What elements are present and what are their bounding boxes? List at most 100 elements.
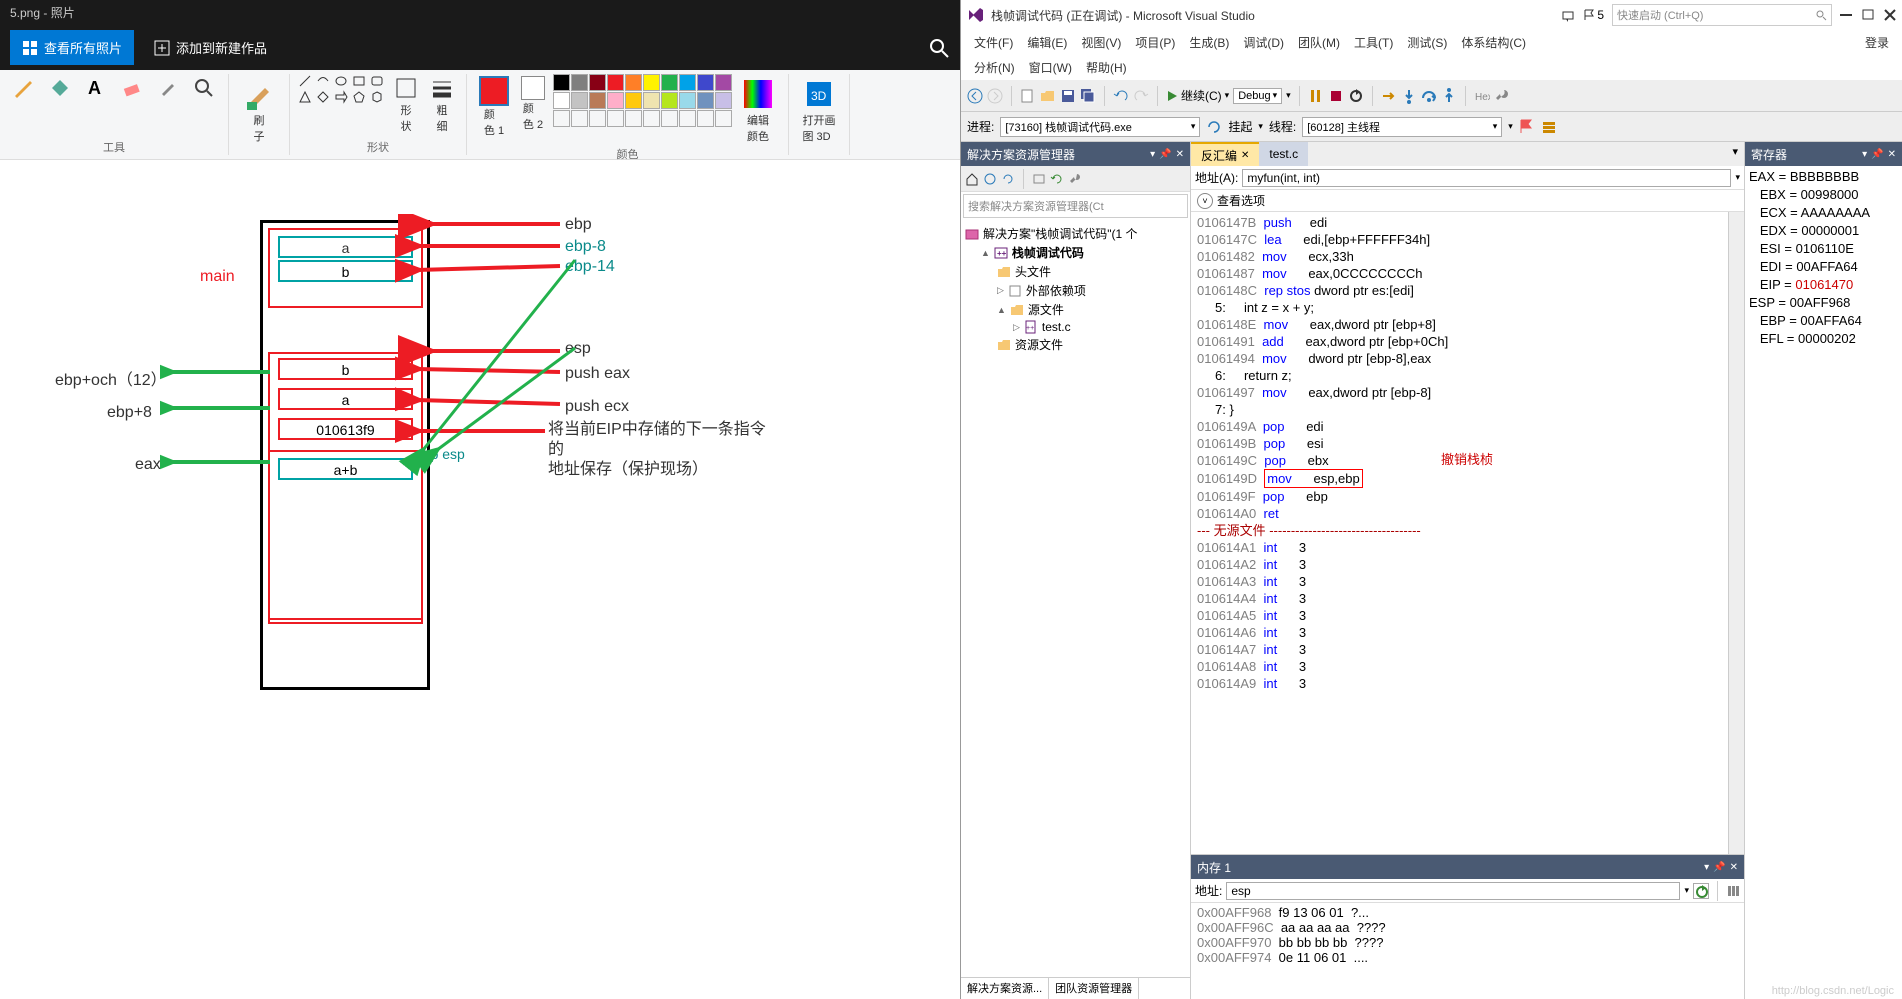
menu-analyze[interactable]: 分析(N) (967, 59, 1022, 76)
dropdown-icon[interactable]: ▾ (1150, 149, 1155, 160)
menu-file[interactable]: 文件(F) (967, 34, 1020, 51)
tab-team[interactable]: 团队资源管理器 (1049, 978, 1139, 999)
svg-text:++: ++ (1026, 325, 1034, 332)
open-icon[interactable] (1040, 88, 1056, 104)
shape-outline-button[interactable]: 形 状 (390, 74, 422, 136)
search-icon[interactable] (928, 37, 950, 59)
vs-logo-icon (967, 6, 985, 24)
stack-icon[interactable] (1541, 119, 1557, 135)
tab-close-icon[interactable]: ✕ (1241, 150, 1249, 161)
back-icon[interactable] (967, 88, 983, 104)
maximize-icon[interactable] (1862, 9, 1876, 21)
zoom-tool[interactable] (188, 74, 220, 104)
source-folder[interactable]: ▲源文件 (965, 300, 1186, 319)
redo-icon[interactable] (1133, 88, 1149, 104)
color1-button[interactable]: 颜 色 1 (475, 74, 513, 140)
menu-tools[interactable]: 工具(T) (1347, 34, 1400, 51)
solution-search-input[interactable]: 搜索解决方案资源管理器(Ct (963, 194, 1188, 218)
tab-dropdown-icon[interactable]: ▾ (1726, 142, 1744, 166)
view-all-photos-button[interactable]: 查看所有照片 (10, 30, 134, 65)
edit-colors-button[interactable]: 编辑 颜色 (736, 74, 780, 146)
resource-folder[interactable]: 资源文件 (965, 335, 1186, 354)
step-into-icon[interactable] (1401, 88, 1417, 104)
disassembly-view[interactable]: 撤销栈桢 0106147B push edi0106147C lea edi,[… (1191, 212, 1728, 854)
eraser-tool[interactable] (116, 74, 148, 104)
brush-button[interactable]: 刷 子 (237, 74, 281, 146)
menu-project[interactable]: 项目(P) (1128, 34, 1182, 51)
picker-tool[interactable] (152, 74, 184, 104)
sync-icon[interactable] (1001, 172, 1015, 186)
pencil-tool[interactable] (8, 74, 40, 104)
tab-solution[interactable]: 解决方案资源... (961, 978, 1049, 999)
menu-edit[interactable]: 编辑(E) (1020, 34, 1074, 51)
color2-button[interactable]: 颜 色 2 (517, 74, 549, 134)
registers-content[interactable]: EAX = BBBBBBBB EBX = 00998000 ECX = AAAA… (1745, 166, 1902, 999)
step-out-icon[interactable] (1441, 88, 1457, 104)
shapes-gallery[interactable] (298, 74, 386, 104)
menu-view[interactable]: 视图(V) (1074, 34, 1128, 51)
external-deps-folder[interactable]: ▷外部依赖项 (965, 281, 1186, 300)
registers-header: 寄存器 ▾📌✕ (1745, 142, 1902, 166)
tab-disassembly[interactable]: 反汇编✕ (1191, 142, 1259, 166)
panel-close-icon[interactable]: ✕ (1176, 149, 1184, 160)
new-icon[interactable] (1020, 88, 1036, 104)
memory-content[interactable]: 0x00AFF968 f9 13 06 01 ?...0x00AFF96C aa… (1191, 903, 1744, 999)
columns-icon[interactable] (1726, 884, 1740, 898)
menu-window[interactable]: 窗口(W) (1022, 59, 1079, 76)
project-node[interactable]: ▲++栈帧调试代码 (965, 243, 1186, 262)
plus-square-icon (154, 40, 170, 56)
suspend-label[interactable]: 挂起 (1228, 118, 1252, 135)
tools-icon[interactable] (1494, 88, 1510, 104)
solution-root[interactable]: 解决方案"栈帧调试代码"(1 个 (965, 224, 1186, 243)
text-tool[interactable]: A (80, 74, 112, 104)
menu-help[interactable]: 帮助(H) (1079, 59, 1134, 76)
notification-icon[interactable] (1561, 8, 1575, 22)
hex-icon[interactable]: Hex (1474, 88, 1490, 104)
home-icon[interactable] (965, 172, 979, 186)
collapse-icon[interactable] (983, 172, 997, 186)
undo-icon[interactable] (1113, 88, 1129, 104)
thread-dropdown[interactable]: [60128] 主线程▾ (1302, 117, 1502, 137)
add-to-creation-button[interactable]: 添加到新建作品 (154, 38, 267, 57)
forward-icon[interactable] (987, 88, 1003, 104)
vertical-scrollbar[interactable] (1728, 212, 1744, 854)
stop-icon[interactable] (1328, 88, 1344, 104)
headers-folder[interactable]: 头文件 (965, 262, 1186, 281)
config-dropdown[interactable]: Debug▾ (1233, 88, 1282, 104)
flag-filter-icon[interactable] (1519, 119, 1535, 135)
menu-team[interactable]: 团队(M) (1291, 34, 1347, 51)
menu-build[interactable]: 生成(B) (1182, 34, 1236, 51)
tab-testc[interactable]: test.c (1259, 142, 1308, 166)
reevaluate-icon[interactable] (1693, 883, 1709, 899)
svg-text:A: A (88, 78, 101, 98)
properties-icon[interactable] (1068, 172, 1082, 186)
menu-debug[interactable]: 调试(D) (1236, 34, 1291, 51)
cycle-icon[interactable] (1206, 119, 1222, 135)
menu-arch[interactable]: 体系结构(C) (1454, 34, 1533, 51)
save-all-icon[interactable] (1080, 88, 1096, 104)
refresh-icon[interactable] (1050, 172, 1064, 186)
color-palette[interactable] (553, 74, 732, 127)
step-over-icon[interactable] (1421, 88, 1437, 104)
thickness-button[interactable]: 粗 细 (426, 74, 458, 136)
save-icon[interactable] (1060, 88, 1076, 104)
close-icon[interactable] (1884, 9, 1896, 21)
quick-launch-input[interactable]: 快速启动 (Ctrl+Q) (1612, 4, 1832, 26)
next-stmt-icon[interactable] (1381, 88, 1397, 104)
address-input[interactable] (1242, 169, 1731, 187)
memory-address-input[interactable] (1226, 882, 1680, 900)
login-link[interactable]: 登录 (1858, 34, 1896, 51)
bucket-tool[interactable] (44, 74, 76, 104)
menu-test[interactable]: 测试(S) (1400, 34, 1454, 51)
show-all-icon[interactable] (1032, 172, 1046, 186)
continue-button[interactable]: 继续(C) ▾ (1166, 87, 1229, 104)
testc-file[interactable]: ▷++test.c (965, 319, 1186, 335)
paint3d-button[interactable]: 3D打开画 图 3D (797, 74, 841, 146)
minimize-icon[interactable] (1840, 14, 1854, 17)
pause-icon[interactable] (1308, 88, 1324, 104)
flag-count[interactable]: 5 (1583, 8, 1604, 22)
expand-options-icon[interactable]: ˅ (1197, 193, 1213, 209)
process-dropdown[interactable]: [73160] 栈帧调试代码.exe▾ (1000, 117, 1200, 137)
pin-icon[interactable]: 📌 (1159, 149, 1171, 160)
restart-icon[interactable] (1348, 88, 1364, 104)
